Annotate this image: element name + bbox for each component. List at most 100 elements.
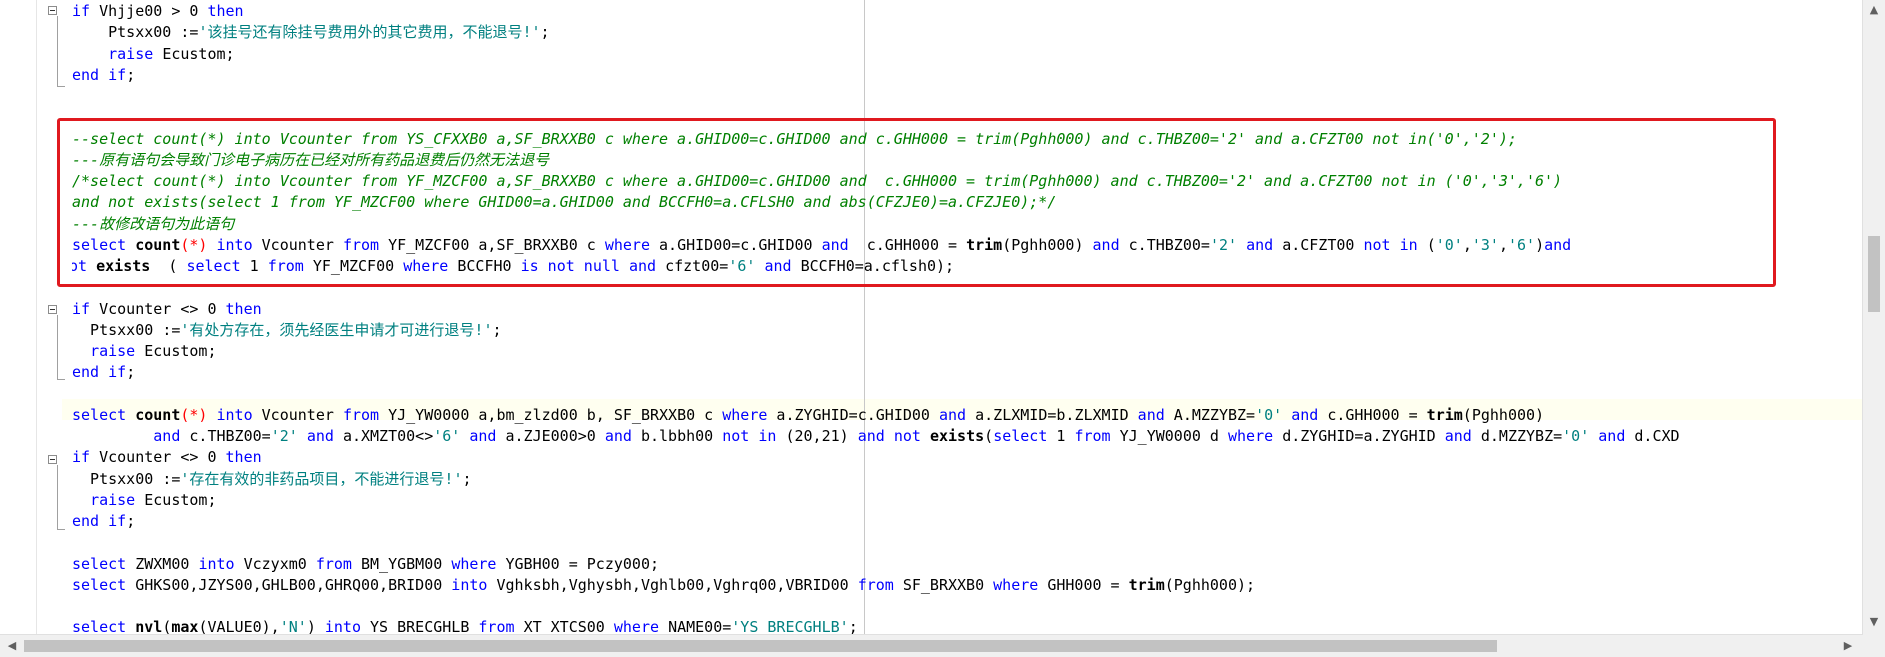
code-token: into <box>451 575 497 594</box>
code-token: ; <box>126 512 136 530</box>
code-token: 'N' <box>279 618 307 634</box>
code-line[interactable]: end if; <box>72 362 135 383</box>
fold-end-marker <box>57 379 65 380</box>
code-token: end if <box>72 65 127 84</box>
code-token: raise <box>90 490 145 509</box>
code-line[interactable]: Ptsxx00 :='存在有效的非药品项目，不能进行退号!'; <box>72 469 471 490</box>
code-token: and <box>306 427 343 445</box>
scrollbar-corner <box>1863 634 1885 657</box>
code-token: ; <box>126 65 136 84</box>
code-token: c.GHH000 = <box>1327 405 1427 424</box>
scroll-left-icon[interactable]: ◀ <box>2 636 22 656</box>
code-token: d.CXD <box>1634 427 1680 445</box>
code-token: YGBH00 = Pczy000; <box>505 554 660 573</box>
code-line[interactable]: if Vcounter <> 0 then <box>72 447 262 468</box>
code-token: > <box>171 2 190 20</box>
code-token: (Pghh000) <box>1462 405 1545 424</box>
code-token: Vcounter <box>99 448 181 467</box>
fold-toggle[interactable] <box>48 305 57 314</box>
code-token: (*) <box>180 405 217 424</box>
code-token: <> 0 <box>180 299 226 318</box>
code-token: ) <box>306 618 325 634</box>
horizontal-scroll-thumb[interactable] <box>24 640 1497 652</box>
code-token: and <box>1444 427 1481 445</box>
code-area[interactable]: if Vhjje00 > 0 then Ptsxx00 :='该挂号还有除挂号费… <box>72 0 1863 634</box>
code-token: XT_XTCS00 <box>523 618 614 634</box>
horizontal-scrollbar[interactable]: ◀ ▶ <box>0 634 1863 657</box>
code-token: := <box>162 320 181 339</box>
scroll-right-icon[interactable]: ▶ <box>1838 636 1858 656</box>
code-token: select <box>72 618 136 634</box>
code-token: A.MZZYBZ= <box>1173 405 1256 424</box>
code-line[interactable]: Ptsxx00 :='有处方存在，须先经医生申请才可进行退号!'; <box>72 320 501 341</box>
code-token: Ptsxx00 <box>72 469 163 488</box>
code-token: select <box>72 575 136 594</box>
code-token: '存在有效的非药品项目，不能进行退号!' <box>180 469 463 488</box>
code-token: '0' <box>1255 405 1292 424</box>
code-line[interactable]: if Vcounter <> 0 then <box>72 299 262 320</box>
code-token: and <box>938 405 976 424</box>
code-token: Vcounter <box>99 299 181 318</box>
code-token: Ecustom; <box>162 44 235 63</box>
code-token: d.MZZYBZ= <box>1480 427 1563 445</box>
code-token: a.ZJE000>0 <box>505 427 605 445</box>
code-token: '6' <box>433 427 470 445</box>
code-line[interactable]: if Vhjje00 > 0 then <box>72 1 244 22</box>
code-line[interactable]: raise Ecustom; <box>72 490 216 511</box>
code-token: trim <box>1128 575 1165 594</box>
code-token: where <box>451 554 506 573</box>
code-token: ; <box>540 23 550 42</box>
code-token: d.ZYGHID=a.ZYGHID <box>1282 427 1445 445</box>
code-token: 1 <box>1056 427 1075 445</box>
code-token: YS_BRECGHLB <box>370 618 479 634</box>
code-token: where <box>1228 427 1283 445</box>
code-token: and not <box>857 427 930 445</box>
code-token: into <box>324 618 371 634</box>
fold-toggle[interactable] <box>48 6 57 15</box>
code-token: YJ_YW0000 d <box>1119 427 1228 445</box>
code-editor[interactable]: if Vhjje00 > 0 then Ptsxx00 :='该挂号还有除挂号费… <box>0 0 1885 657</box>
code-token: ( <box>162 618 172 634</box>
code-token: from <box>478 618 524 634</box>
vertical-scroll-thumb[interactable] <box>1868 236 1880 312</box>
fold-guide <box>57 16 58 86</box>
code-line[interactable]: select count(*) into Vcounter from YJ_YW… <box>72 405 1544 426</box>
code-token: trim <box>1426 405 1463 424</box>
scroll-down-icon[interactable]: ▼ <box>1864 612 1884 632</box>
code-token: Ptsxx00 <box>72 320 163 339</box>
fold-end-marker <box>57 86 65 87</box>
code-line[interactable]: Ptsxx00 :='该挂号还有除挂号费用外的其它费用，不能退号!'; <box>72 22 550 43</box>
code-line[interactable]: select nvl(max(VALUE0),'N') into YS_BREC… <box>72 617 858 634</box>
code-token: Vczyxm0 <box>243 554 316 573</box>
code-line[interactable]: select ZWXM00 into Vczyxm0 from BM_YGBM0… <box>72 554 659 575</box>
code-line[interactable]: and c.THBZ00='2' and a.XMZT00<>'6' and a… <box>72 426 1680 447</box>
code-token: then <box>225 448 262 467</box>
code-line[interactable]: raise Ecustom; <box>72 44 235 65</box>
code-token: and <box>153 427 190 445</box>
code-line[interactable]: select GHKS00,JZYS00,GHLB00,GHRQ00,BRID0… <box>72 575 1255 596</box>
red-annotation-box <box>57 118 1776 287</box>
code-token: Ptsxx00 <box>72 23 181 42</box>
code-token: select <box>72 405 136 424</box>
code-token: Vghksbh,Vghysbh,Vghlb00,Vghrq00,VBRID00 <box>496 575 858 594</box>
code-token: NAME00= <box>668 618 732 634</box>
code-token: from <box>315 554 361 573</box>
code-token: not in <box>722 427 786 445</box>
code-line[interactable]: end if; <box>72 511 135 532</box>
scroll-up-icon[interactable]: ▲ <box>1864 0 1884 20</box>
code-token: select <box>993 427 1057 445</box>
code-token: and <box>469 427 506 445</box>
code-token: and <box>1598 427 1635 445</box>
code-token: end if <box>72 512 127 530</box>
code-token: YJ_YW0000 a,bm_zlzd00 b, SF_BRXXB0 c <box>388 405 723 424</box>
code-token: Vhjje00 <box>99 2 172 20</box>
code-token: a.ZLXMID=b.ZLXMID <box>975 405 1138 424</box>
code-token: if <box>72 448 100 467</box>
code-line[interactable]: raise Ecustom; <box>72 341 216 362</box>
fold-toggle[interactable] <box>48 455 57 464</box>
code-token: if <box>72 2 100 20</box>
code-token: ( <box>984 427 994 445</box>
code-line[interactable]: end if; <box>72 65 135 86</box>
vertical-scrollbar[interactable]: ▲ ▼ <box>1862 0 1885 634</box>
